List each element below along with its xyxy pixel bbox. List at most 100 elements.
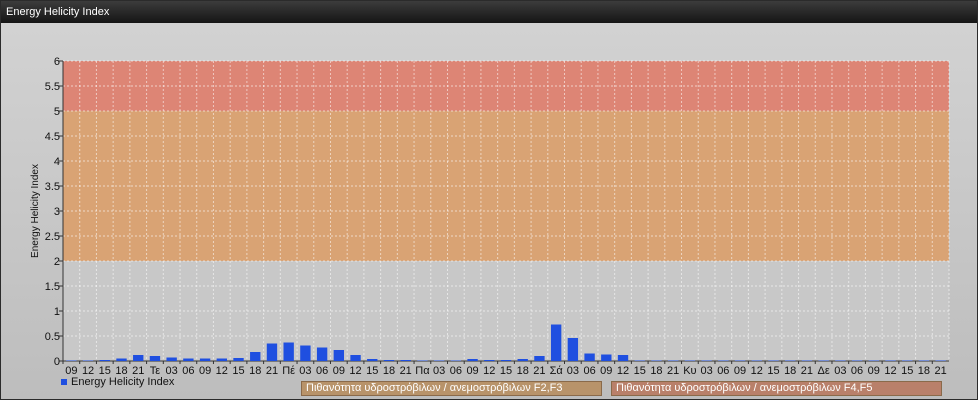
bar bbox=[383, 360, 395, 361]
y-axis-label: Energy Helicity Index bbox=[30, 164, 41, 258]
y-tick-label: 5.5 bbox=[45, 81, 60, 93]
x-tick-label: 21 bbox=[667, 365, 679, 377]
x-tick-label: 09 bbox=[199, 365, 211, 377]
y-tick-label: 2 bbox=[54, 256, 60, 268]
x-tick-label: 06 bbox=[851, 365, 863, 377]
y-tick-label: 4 bbox=[54, 156, 60, 168]
x-tick-label: 15 bbox=[366, 365, 378, 377]
x-tick-label: 03 bbox=[700, 365, 712, 377]
x-tick-label: 18 bbox=[249, 365, 261, 377]
bar bbox=[534, 356, 545, 361]
bar bbox=[500, 360, 512, 361]
bar bbox=[333, 350, 345, 361]
x-tick-label: Σά bbox=[550, 365, 564, 377]
bar bbox=[350, 355, 361, 361]
x-tick-label: 15 bbox=[634, 365, 646, 377]
bar bbox=[734, 360, 746, 361]
bar bbox=[634, 360, 645, 361]
x-tick-label: 18 bbox=[517, 365, 529, 377]
y-tick-label: 0.5 bbox=[45, 331, 60, 343]
bar bbox=[868, 360, 879, 361]
x-tick-label: 09 bbox=[333, 365, 345, 377]
x-tick-label: 12 bbox=[483, 365, 495, 377]
y-tick-label: 5 bbox=[54, 106, 60, 118]
bar bbox=[550, 324, 562, 361]
x-tick-label: 12 bbox=[751, 365, 763, 377]
bar bbox=[902, 360, 913, 361]
bar bbox=[835, 360, 846, 361]
bar bbox=[450, 360, 462, 361]
x-tick-label: 21 bbox=[266, 365, 278, 377]
zone-legend-f4f5: Πιθανότητα υδροστρόβιλων / ανεμοστρόβιλω… bbox=[611, 381, 942, 396]
bar bbox=[801, 360, 813, 361]
ehi-chart: 00.511.522.533.544.555.5609 12 15 18 21 Τε 03 0… bbox=[30, 56, 950, 377]
x-tick-label: 03 bbox=[567, 365, 579, 377]
bar bbox=[818, 360, 829, 361]
bar bbox=[116, 358, 127, 361]
chart-window: Energy Helicity Index 0 0.5 1 1.5 2 2.5 3 3.5 4 4… bbox=[0, 0, 978, 400]
x-tick-label: 03 bbox=[299, 365, 311, 377]
bar bbox=[250, 352, 261, 361]
x-tick-label: 09 bbox=[734, 365, 746, 377]
series-legend[interactable]: Energy Helicity Index bbox=[61, 376, 174, 388]
bar bbox=[300, 345, 311, 361]
bar bbox=[266, 343, 278, 361]
y-tick-label: 1 bbox=[54, 306, 60, 318]
x-tick-label: 09 bbox=[466, 365, 478, 377]
x-tick-label: 06 bbox=[450, 365, 462, 377]
x-tick-label: 09 bbox=[868, 365, 880, 377]
x-tick-label: 21 bbox=[935, 365, 947, 377]
bar bbox=[684, 360, 696, 361]
x-tick-label: 12 bbox=[216, 365, 228, 377]
y-tick-label: 1.5 bbox=[45, 281, 60, 293]
x-tick-label: 12 bbox=[884, 365, 896, 377]
x-tick-label: Δε bbox=[817, 365, 829, 377]
x-tick-label: 15 bbox=[232, 365, 244, 377]
bar bbox=[517, 359, 528, 361]
x-tick-label: 18 bbox=[784, 365, 796, 377]
bar bbox=[216, 358, 227, 361]
x-tick-label: 18 bbox=[650, 365, 662, 377]
bar bbox=[417, 360, 428, 361]
y-tick-label: 6 bbox=[54, 56, 60, 68]
x-tick-label: 18 bbox=[918, 365, 930, 377]
x-tick-label: Πα bbox=[415, 365, 430, 377]
bar bbox=[935, 360, 946, 361]
x-tick-label: 06 bbox=[182, 365, 194, 377]
bar bbox=[851, 360, 863, 361]
bar bbox=[467, 359, 478, 361]
x-tick-label: 15 bbox=[767, 365, 779, 377]
bar bbox=[183, 358, 194, 361]
bar bbox=[400, 360, 411, 361]
bar bbox=[316, 347, 328, 361]
x-tick-label: 12 bbox=[617, 365, 629, 377]
bar bbox=[567, 338, 579, 361]
bar bbox=[885, 360, 896, 361]
x-tick-label: 15 bbox=[901, 365, 913, 377]
x-tick-label: Πέ bbox=[282, 365, 295, 377]
bar bbox=[718, 360, 729, 361]
bar bbox=[433, 360, 445, 361]
bar bbox=[82, 360, 94, 361]
bar bbox=[283, 342, 294, 361]
bar bbox=[484, 360, 495, 361]
bar bbox=[667, 360, 679, 361]
x-tick-label: Κυ bbox=[683, 365, 696, 377]
bar bbox=[66, 360, 77, 361]
bar bbox=[99, 360, 110, 361]
bar bbox=[785, 360, 796, 361]
x-tick-label: 06 bbox=[316, 365, 328, 377]
x-tick-label: 06 bbox=[717, 365, 729, 377]
bar bbox=[166, 357, 177, 361]
x-tick-label: 21 bbox=[400, 365, 412, 377]
bar bbox=[701, 360, 712, 361]
bar bbox=[751, 360, 762, 361]
x-tick-label: 21 bbox=[801, 365, 813, 377]
bar bbox=[133, 355, 144, 361]
zone-legend-f2f3: Πιθανότητα υδροστρόβιλων / ανεμοστρόβιλω… bbox=[301, 381, 602, 396]
bar bbox=[918, 360, 930, 361]
bar bbox=[584, 353, 595, 361]
x-tick-label: 18 bbox=[383, 365, 395, 377]
x-tick-label: 03 bbox=[433, 365, 445, 377]
bar bbox=[651, 360, 662, 361]
